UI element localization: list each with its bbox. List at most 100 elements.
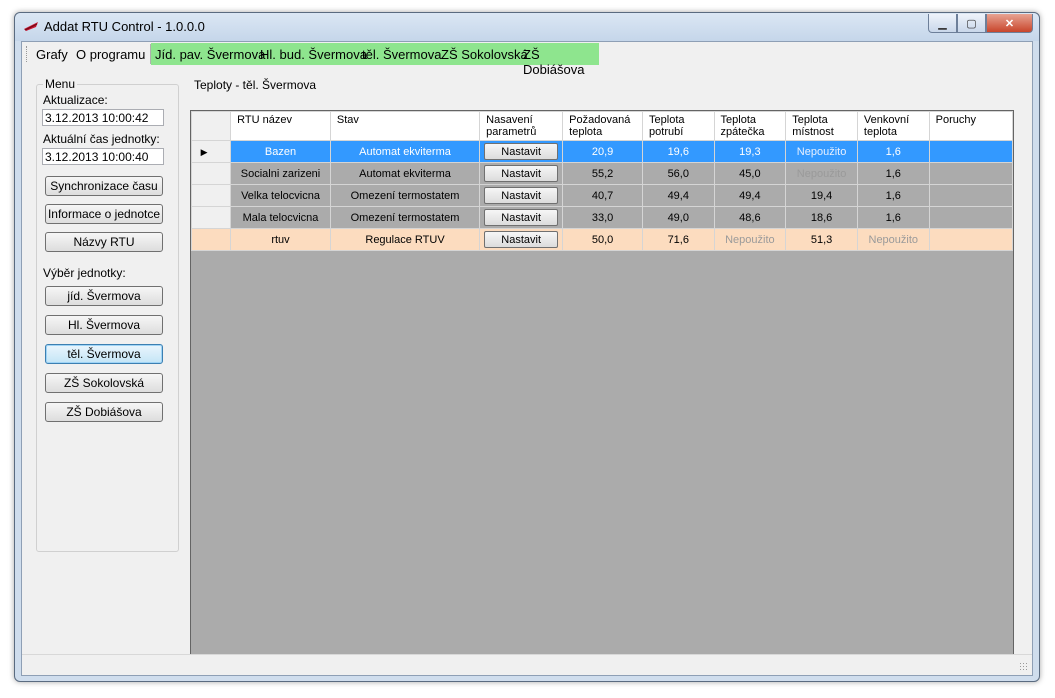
- cell-faults[interactable]: [928, 162, 1014, 185]
- cell-state[interactable]: Automat ekviterma: [329, 162, 481, 185]
- unit-button-dobiasova[interactable]: ZŠ Dobiášova: [45, 402, 163, 422]
- table-row[interactable]: Mala telocvicna Omezení termostatem Nastav…: [190, 206, 1014, 229]
- unit-strip: Jíd. pav. Švermova Hl. bud. Švermova těl…: [151, 43, 599, 77]
- table-row[interactable]: ▶ Bazen Automat ekviterma Nastavit 20,9 19,6 1…: [190, 140, 1014, 163]
- cell-out[interactable]: 1,6: [856, 162, 930, 185]
- cell-req[interactable]: 33,0: [562, 206, 644, 229]
- cell-settings[interactable]: Nastavit: [479, 162, 564, 185]
- cell-pipe[interactable]: 19,6: [642, 140, 715, 163]
- unit-tab-tel[interactable]: těl. Švermova: [362, 47, 441, 62]
- unit-tab-zs-dobiasova[interactable]: ZŠ Dobiášova: [523, 47, 599, 77]
- update-field[interactable]: 3.12.2013 10:00:42: [42, 109, 164, 126]
- cell-state[interactable]: Automat ekviterma: [329, 140, 481, 163]
- cell-req[interactable]: 20,9: [562, 140, 644, 163]
- cell-name[interactable]: Bazen: [230, 140, 331, 163]
- row-header[interactable]: [190, 206, 232, 229]
- row-header[interactable]: [190, 184, 232, 207]
- col-header-room-temp[interactable]: Teplota místnost: [785, 111, 858, 141]
- row-header[interactable]: [190, 228, 232, 251]
- unit-button-sokolovska[interactable]: ZŠ Sokolovská: [45, 373, 163, 393]
- cell-name[interactable]: Socialni zarizeni: [230, 162, 331, 185]
- cell-req[interactable]: 40,7: [562, 184, 644, 207]
- unit-info-button[interactable]: Informace o jednotce: [45, 204, 163, 224]
- table-row[interactable]: Velka telocvicna Omezení termostatem Nasta…: [190, 184, 1014, 207]
- unit-tab-zs-sokolovska[interactable]: ZŠ Sokolovská: [441, 47, 528, 62]
- col-header-name[interactable]: RTU název: [230, 111, 331, 141]
- cell-room[interactable]: Nepoužito: [785, 162, 858, 185]
- cell-ret[interactable]: 45,0: [713, 162, 787, 185]
- cell-settings[interactable]: Nastavit: [479, 228, 564, 251]
- cell-settings[interactable]: Nastavit: [479, 140, 564, 163]
- unit-select-label: Výběr jednotky:: [43, 266, 126, 280]
- resize-grip-icon[interactable]: [1019, 662, 1029, 672]
- cell-pipe[interactable]: 56,0: [642, 162, 715, 185]
- cell-room[interactable]: 18,6: [785, 206, 858, 229]
- unit-button-jid[interactable]: jíd. Švermova: [45, 286, 163, 306]
- minimize-button[interactable]: ▁: [928, 14, 957, 33]
- table-row[interactable]: rtuv Regulace RTUV Nastavit 50,0 71,6 Nepouži…: [190, 228, 1014, 251]
- cell-faults[interactable]: [928, 228, 1014, 251]
- cell-state[interactable]: Omezení termostatem: [329, 184, 481, 207]
- cell-ret[interactable]: Nepoužito: [713, 228, 787, 251]
- nastavit-button[interactable]: Nastavit: [484, 231, 559, 248]
- cell-state[interactable]: Omezení termostatem: [329, 206, 481, 229]
- cell-room[interactable]: 19,4: [785, 184, 858, 207]
- cell-name[interactable]: Velka telocvicna: [230, 184, 331, 207]
- cell-req[interactable]: 55,2: [562, 162, 644, 185]
- cell-pipe[interactable]: 49,0: [642, 206, 715, 229]
- cell-room[interactable]: 51,3: [785, 228, 858, 251]
- row-header[interactable]: ▶: [190, 140, 232, 163]
- cell-ret[interactable]: 19,3: [713, 140, 787, 163]
- title-bar[interactable]: Addat RTU Control - 1.0.0.0 ▁ ▢ ✕: [15, 13, 1039, 41]
- table-row[interactable]: Socialni zarizeni Automat ekviterma Nastav…: [190, 162, 1014, 185]
- col-header-pipe-temp[interactable]: Teplota potrubí: [642, 111, 715, 141]
- row-header[interactable]: [190, 162, 232, 185]
- cell-settings[interactable]: Nastavit: [479, 184, 564, 207]
- col-header-return-temp[interactable]: Teplota zpátečka: [713, 111, 787, 141]
- temperature-grid: RTU název Stav Nasavení parametrů Požadov…: [190, 110, 1014, 662]
- cell-room[interactable]: Nepoužito: [785, 140, 858, 163]
- nastavit-button[interactable]: Nastavit: [484, 209, 559, 226]
- rtu-names-button[interactable]: Názvy RTU: [45, 232, 163, 252]
- unit-tab-jid-pav[interactable]: Jíd. pav. Švermova: [155, 47, 265, 62]
- menu-o-programu[interactable]: O programu: [76, 47, 145, 62]
- cell-pipe[interactable]: 71,6: [642, 228, 715, 251]
- maximize-button[interactable]: ▢: [957, 14, 986, 33]
- cell-out[interactable]: 1,6: [856, 206, 930, 229]
- current-row-icon: ▶: [200, 146, 208, 157]
- nastavit-button[interactable]: Nastavit: [484, 187, 559, 204]
- cell-out[interactable]: 1,6: [856, 140, 930, 163]
- nastavit-button[interactable]: Nastavit: [484, 143, 559, 160]
- cell-ret[interactable]: 49,4: [713, 184, 787, 207]
- col-header-settings[interactable]: Nasavení parametrů: [479, 111, 564, 141]
- unit-button-hl[interactable]: Hl. Švermova: [45, 315, 163, 335]
- close-button[interactable]: ✕: [986, 14, 1033, 33]
- cell-faults[interactable]: [928, 140, 1014, 163]
- sync-time-button[interactable]: Synchronizace času: [45, 176, 163, 196]
- cell-faults[interactable]: [928, 184, 1014, 207]
- cell-faults[interactable]: [928, 206, 1014, 229]
- cell-req[interactable]: 50,0: [562, 228, 644, 251]
- close-icon: ✕: [1004, 17, 1015, 30]
- row-header-corner: [190, 111, 232, 141]
- unit-tab-hl-bud[interactable]: Hl. bud. Švermova: [260, 47, 367, 62]
- cell-out[interactable]: 1,6: [856, 184, 930, 207]
- cell-name[interactable]: Mala telocvicna: [230, 206, 331, 229]
- cell-ret[interactable]: 48,6: [713, 206, 787, 229]
- cell-name[interactable]: rtuv: [230, 228, 331, 251]
- unit-button-tel[interactable]: těl. Švermova: [45, 344, 163, 364]
- col-header-state[interactable]: Stav: [329, 111, 481, 141]
- menu-grafy[interactable]: Grafy: [36, 47, 68, 62]
- col-header-required-temp[interactable]: Požadovaná teplota: [562, 111, 644, 141]
- temperature-table: RTU název Stav Nasavení parametrů Požadov…: [190, 111, 1014, 251]
- cell-out[interactable]: Nepoužito: [856, 228, 930, 251]
- menu-bar: Grafy O programu Jíd. pav. Švermova Hl. …: [22, 42, 1032, 77]
- col-header-outdoor-temp[interactable]: Venkovní teplota: [856, 111, 930, 141]
- cell-settings[interactable]: Nastavit: [479, 206, 564, 229]
- col-header-faults[interactable]: Poruchy: [928, 111, 1014, 141]
- nastavit-button[interactable]: Nastavit: [484, 165, 559, 182]
- cell-pipe[interactable]: 49,4: [642, 184, 715, 207]
- menu-grip-icon: [26, 46, 30, 62]
- unit-time-field[interactable]: 3.12.2013 10:00:40: [42, 148, 164, 165]
- cell-state[interactable]: Regulace RTUV: [329, 228, 481, 251]
